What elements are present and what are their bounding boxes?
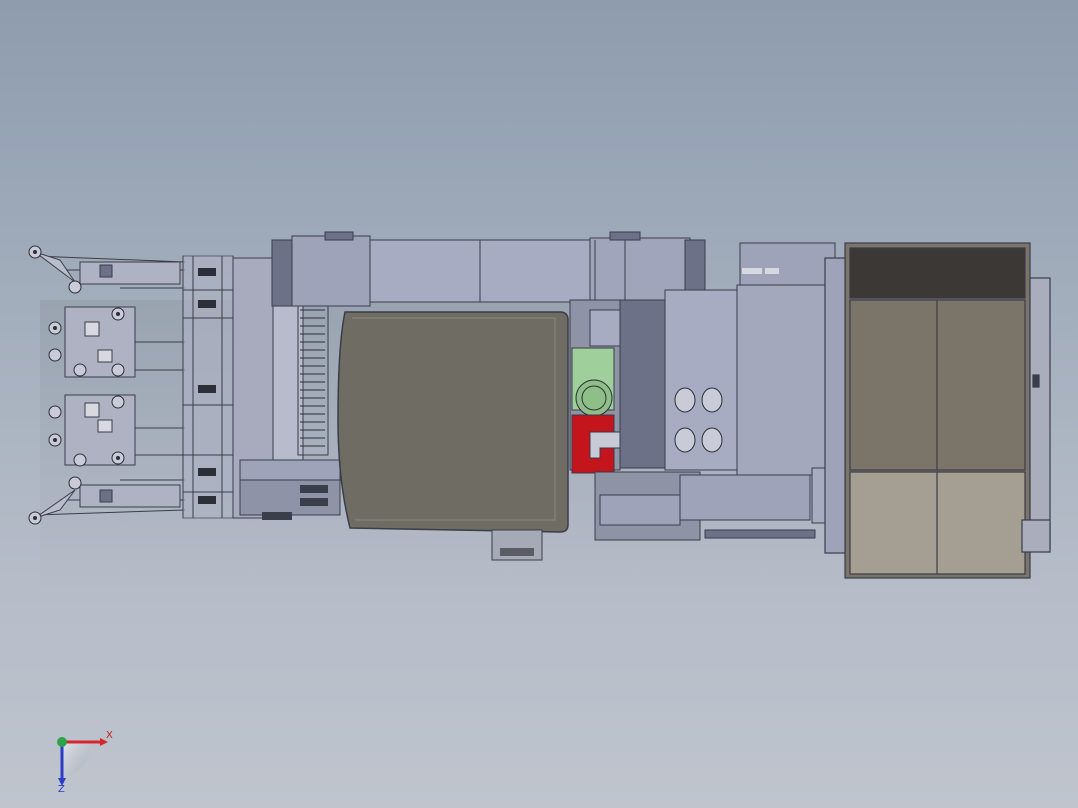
top-conveyor[interactable] (271, 231, 706, 307)
pump-motor-assembly[interactable] (569, 299, 621, 474)
hopper-tank[interactable] (337, 311, 569, 561)
y-axis-indicator (57, 737, 67, 747)
cad-viewport[interactable]: X Z (0, 0, 1078, 808)
orientation-triad: X Z (40, 728, 120, 798)
machine-top-view-model[interactable] (0, 0, 1078, 808)
operator-cab[interactable] (824, 242, 1051, 579)
z-axis-label: Z (58, 784, 65, 795)
x-axis-label: X (106, 730, 113, 741)
